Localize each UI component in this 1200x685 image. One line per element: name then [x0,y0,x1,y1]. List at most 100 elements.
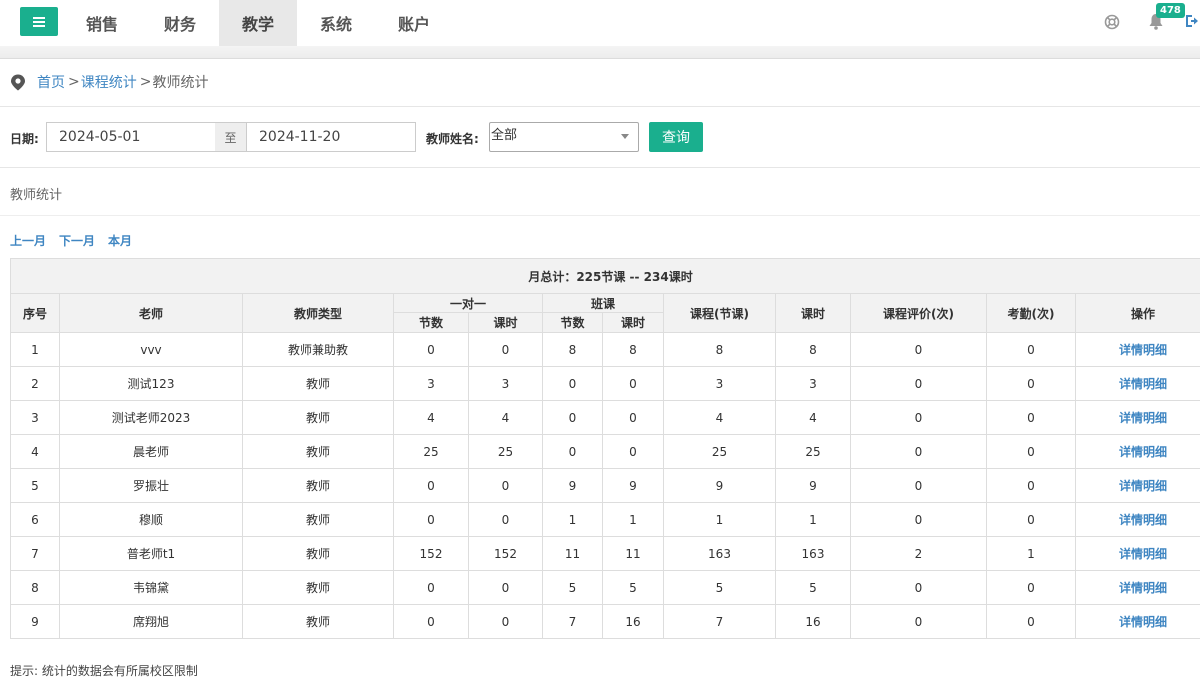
cell-one-on-one-sessions: 4 [393,400,469,435]
logout-icon[interactable] [1184,13,1198,29]
cell-teacher-type: 教师 [242,468,394,503]
main-nav: 销售 财务 教学 系统 账户 [63,0,453,46]
cell-class-sessions: 1 [542,502,603,537]
nav-item-sales[interactable]: 销售 [63,0,141,46]
divider [0,167,1200,168]
cell-teacher: 晨老师 [59,434,243,469]
divider [0,106,1200,107]
date-to-input[interactable]: 2024-11-20 [246,122,416,152]
cell-one-on-one-sessions: 0 [393,570,469,605]
cell-course-hours: 163 [775,536,851,571]
cell-index: 5 [10,468,60,503]
cell-teacher: 席翔旭 [59,604,243,639]
cell-action: 详情明细 [1074,468,1200,503]
header-one-on-one-sessions: 节数 [393,312,469,333]
cell-one-on-one-hours: 0 [468,468,543,503]
cell-index: 1 [10,332,60,367]
nav-item-account[interactable]: 账户 [375,0,453,46]
details-link[interactable]: 详情明细 [1119,377,1167,391]
cell-course-sessions: 3 [663,366,776,401]
cell-attendance: 0 [986,332,1076,367]
table-row: 4 晨老师 教师 25 25 0 0 25 25 0 0 详情明细 [10,434,1200,469]
cell-evaluations: 0 [850,400,987,435]
nav-item-system[interactable]: 系统 [297,0,375,46]
menu-icon [33,16,45,27]
cell-teacher-type: 教师兼助教 [242,332,394,367]
header-evaluations: 课程评价(次) [850,293,987,333]
cell-class-sessions: 5 [542,570,603,605]
query-button[interactable]: 查询 [649,122,703,152]
cell-course-hours: 4 [775,400,851,435]
cell-teacher: 测试123 [59,366,243,401]
cell-index: 3 [10,400,60,435]
cell-attendance: 0 [986,468,1076,503]
cell-class-sessions: 0 [542,366,603,401]
cell-teacher-type: 教师 [242,434,394,469]
cell-teacher-type: 教师 [242,536,394,571]
teacher-name-label: 教师姓名: [426,132,479,146]
next-month-link[interactable]: 下一月 [59,232,95,249]
cell-course-sessions: 8 [663,332,776,367]
divider [0,215,1200,216]
breadcrumb-course-stats-link[interactable]: 课程统计 [81,72,137,92]
breadcrumb-home-link[interactable]: 首页 [37,72,65,92]
breadcrumb-separator: > [139,74,152,90]
cell-class-hours: 0 [602,366,664,401]
cell-class-hours: 1 [602,502,664,537]
cell-teacher: 测试老师2023 [59,400,243,435]
details-link[interactable]: 详情明细 [1119,581,1167,595]
cell-course-hours: 8 [775,332,851,367]
details-link[interactable]: 详情明细 [1119,343,1167,357]
table-row: 6 穆顺 教师 0 0 1 1 1 1 0 0 详情明细 [10,502,1200,537]
nav-item-finance[interactable]: 财务 [141,0,219,46]
cell-course-sessions: 1 [663,502,776,537]
header-course-hours: 课时 [775,293,851,333]
details-link[interactable]: 详情明细 [1119,479,1167,493]
cell-course-hours: 9 [775,468,851,503]
details-link[interactable]: 详情明细 [1119,547,1167,561]
cell-one-on-one-sessions: 0 [393,332,469,367]
prev-month-link[interactable]: 上一月 [10,232,46,249]
details-link[interactable]: 详情明细 [1119,445,1167,459]
cell-index: 2 [10,366,60,401]
cell-teacher: vvv [59,332,243,367]
table-row: 7 普老师t1 教师 152 152 11 11 163 163 2 1 详情明细 [10,536,1200,571]
cell-one-on-one-hours: 25 [468,434,543,469]
menu-toggle-button[interactable] [20,7,58,36]
cell-class-sessions: 9 [542,468,603,503]
cell-attendance: 0 [986,604,1076,639]
nav-item-teaching[interactable]: 教学 [219,0,297,46]
cell-teacher-type: 教师 [242,502,394,537]
help-icon[interactable] [1104,14,1120,30]
cell-class-sessions: 7 [542,604,603,639]
teacher-stats-table: 月总计：225节课 -- 234课时 序号 老师 教师类型 一对一 班课 课程(… [9,258,1200,639]
date-range-separator: 至 [215,122,246,152]
location-pin-icon [11,74,25,90]
teacher-select[interactable]: 全部 [489,122,639,152]
details-link[interactable]: 详情明细 [1119,513,1167,527]
header-one-on-one-hours: 课时 [468,312,543,333]
cell-class-hours: 11 [602,536,664,571]
cell-course-hours: 25 [775,434,851,469]
cell-class-hours: 16 [602,604,664,639]
notification-badge[interactable]: 478 [1156,3,1185,18]
table-row: 3 测试老师2023 教师 4 4 0 0 4 4 0 0 详情明细 [10,400,1200,435]
teacher-select-value: 全部 [491,128,518,143]
table-body: 1 vvv 教师兼助教 0 0 8 8 8 8 0 0 详情明细 2 测试123 教师 3 3 0 0 3 3 0 0 详情明… [10,332,1200,639]
cell-evaluations: 0 [850,366,987,401]
table-row: 1 vvv 教师兼助教 0 0 8 8 8 8 0 0 详情明细 [10,332,1200,367]
cell-one-on-one-hours: 152 [468,536,543,571]
cell-one-on-one-hours: 0 [468,570,543,605]
date-from-input[interactable]: 2024-05-01 [46,122,216,152]
cell-course-hours: 3 [775,366,851,401]
cell-class-sessions: 0 [542,434,603,469]
cell-one-on-one-sessions: 0 [393,502,469,537]
cell-course-sessions: 25 [663,434,776,469]
details-link[interactable]: 详情明细 [1119,411,1167,425]
current-month-link[interactable]: 本月 [108,232,132,249]
header-attendance: 考勤(次) [986,293,1076,333]
details-link[interactable]: 详情明细 [1119,615,1167,629]
cell-teacher: 罗振壮 [59,468,243,503]
section-title: 教师统计 [10,188,63,203]
cell-course-hours: 1 [775,502,851,537]
